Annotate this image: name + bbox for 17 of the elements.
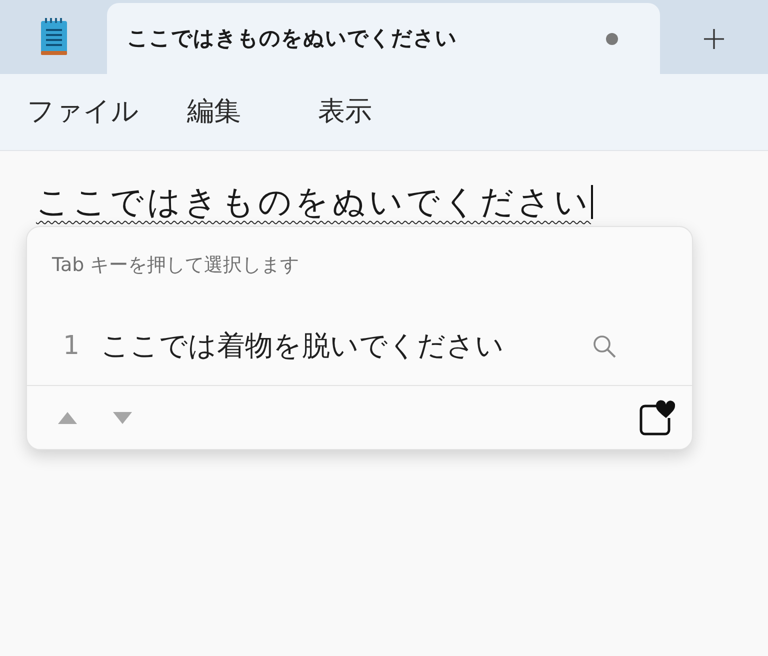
search-icon[interactable] [593,334,616,358]
candidate-item[interactable]: 1 ここでは着物を脱いでください [31,307,688,385]
menu-item[interactable]: 表示 [306,86,384,138]
down-triangle-icon [112,412,132,424]
heart-square-icon[interactable] [639,400,675,436]
tab-title: ここではきものをぬいでください [127,24,457,52]
text-caret [591,185,593,219]
menu-item[interactable]: ファイル [15,86,151,138]
notepad-app-icon [40,18,68,56]
candidate-text: ここでは着物を脱いでください [101,328,504,364]
document-tab[interactable]: ここではきものをぬいでください [107,3,660,74]
plus-icon [703,28,725,50]
candidate-number: 1 [63,330,81,362]
editor-text: ここではきものをぬいでください [36,181,591,223]
menu-item[interactable]: 編集 [175,86,253,138]
popup-hint: Tab キーを押して選択します [52,254,300,276]
up-triangle-icon [58,412,76,424]
